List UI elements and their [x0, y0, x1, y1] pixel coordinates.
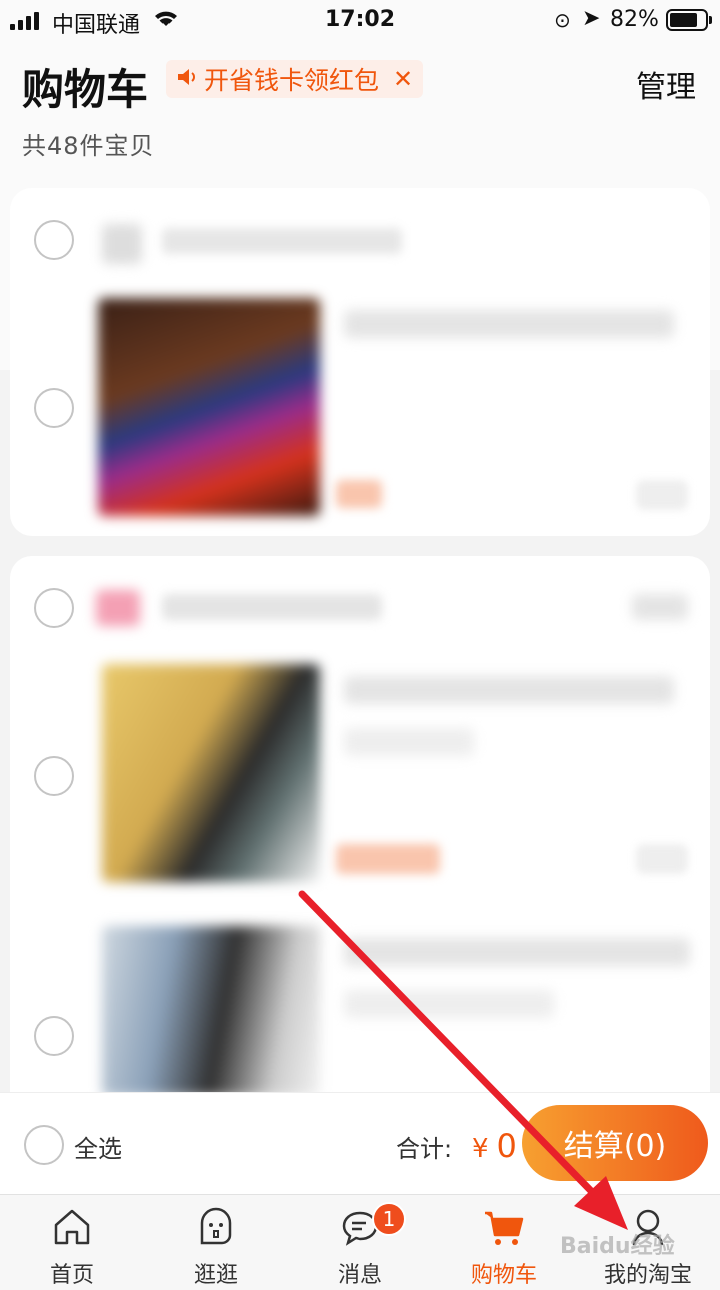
cart-icon — [482, 1205, 526, 1249]
total-label: 合计: — [396, 1135, 453, 1163]
shop-select-checkbox[interactable] — [34, 220, 74, 260]
tab-label: 购物车 — [470, 1263, 537, 1288]
shop-select-checkbox[interactable] — [34, 588, 74, 628]
select-all-label[interactable]: 全选 — [74, 1129, 122, 1164]
product-title-blurred[interactable] — [344, 938, 690, 966]
total-amount: ¥0 — [472, 1127, 517, 1165]
sku-selector[interactable] — [344, 990, 554, 1018]
shop-name-blurred — [162, 594, 382, 620]
shop-card — [10, 556, 710, 1116]
page-title: 购物车 — [22, 65, 149, 114]
tab-label: 首页 — [49, 1263, 94, 1288]
browse-face-icon — [194, 1205, 238, 1249]
battery-icon — [666, 9, 712, 31]
tab-messages[interactable]: 消息 — [288, 1195, 432, 1290]
home-icon — [50, 1205, 94, 1249]
product-image[interactable] — [102, 664, 320, 882]
item-select-checkbox[interactable] — [34, 388, 74, 428]
promo-text: 开省钱卡领红包 — [204, 66, 380, 95]
product-image[interactable] — [98, 298, 320, 516]
item-count: 共48件宝贝 — [22, 132, 155, 160]
status-bar: 中国联通 17:02 ⊙ ➤ 82% — [0, 0, 720, 40]
checkout-bar: 全选 合计: ¥0 结算(0) — [0, 1092, 720, 1194]
speaker-icon — [176, 65, 198, 94]
savings-card-promo[interactable]: 开省钱卡领红包 ✕ — [166, 60, 424, 98]
message-badge: 1 — [372, 1202, 406, 1236]
select-all-checkbox[interactable] — [24, 1125, 64, 1165]
location-icon: ➤ — [582, 6, 601, 31]
shop-icon — [102, 224, 142, 264]
tab-label: 逛逛 — [193, 1263, 238, 1288]
tab-label: 消息 — [337, 1263, 382, 1288]
currency-symbol: ¥ — [472, 1134, 489, 1164]
product-title-blurred[interactable] — [344, 310, 674, 338]
tab-browse[interactable]: 逛逛 — [144, 1195, 288, 1290]
watermark: Baidu经验 — [560, 1234, 675, 1259]
product-title-blurred[interactable] — [344, 676, 674, 704]
item-select-checkbox[interactable] — [34, 756, 74, 796]
product-price-blurred — [336, 844, 440, 874]
quantity-stepper[interactable] — [636, 480, 688, 510]
total-value: 0 — [496, 1127, 517, 1165]
sku-selector[interactable] — [344, 728, 474, 756]
tab-label: 我的淘宝 — [603, 1263, 692, 1288]
manage-button[interactable]: 管理 — [636, 62, 696, 106]
tab-home[interactable]: 首页 — [0, 1195, 144, 1290]
close-icon[interactable]: ✕ — [393, 65, 413, 93]
product-price-blurred — [336, 480, 382, 508]
product-image[interactable] — [102, 926, 320, 1096]
coupon-tag[interactable] — [632, 594, 688, 620]
tab-cart[interactable]: 购物车 — [432, 1195, 576, 1290]
item-select-checkbox[interactable] — [34, 1016, 74, 1056]
quantity-stepper[interactable] — [636, 844, 688, 874]
shop-icon — [96, 590, 140, 626]
shop-card — [10, 188, 710, 536]
checkout-button[interactable]: 结算(0) — [522, 1105, 708, 1181]
battery-percent: 82% — [610, 7, 659, 32]
shop-name-blurred — [162, 228, 402, 254]
rotation-lock-icon: ⊙ — [554, 8, 571, 32]
